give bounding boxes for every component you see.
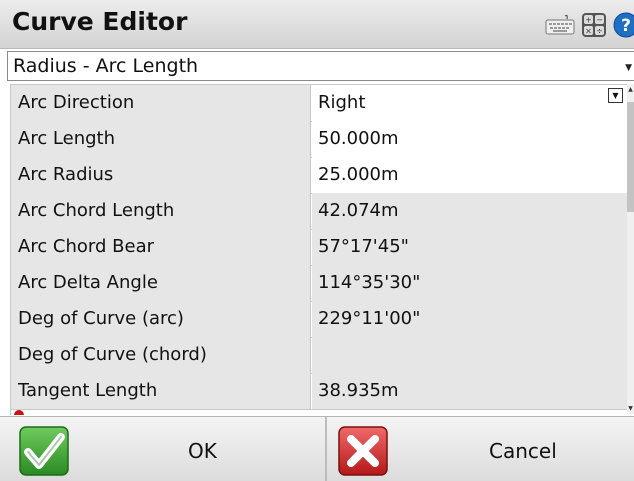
scroll-up-icon[interactable]: ▲ (627, 86, 634, 93)
checkmark-icon (19, 426, 69, 476)
arc-delta-angle-value: 114°35'30" (312, 265, 627, 301)
page-title: Curve Editor (12, 7, 188, 36)
curve-method-value: Radius - Arc Length (13, 55, 199, 77)
svg-text:+: + (585, 16, 592, 25)
arc-radius-field[interactable]: 25.000m (312, 157, 627, 193)
curve-method-select[interactable]: Radius - Arc Length ▼ (7, 51, 634, 81)
svg-text:?: ? (621, 16, 631, 36)
svg-text:×: × (585, 27, 592, 36)
warning-marker-icon (14, 410, 24, 415)
row-arc-radius: Arc Radius 25.000m (11, 157, 627, 194)
row-arc-chord-bear: Arc Chord Bear 57°17'45" (11, 229, 627, 266)
row-arc-direction: Arc Direction Right ▼ (11, 85, 627, 122)
footer-bar: OK Cancel (0, 416, 634, 481)
ok-button-label: OK (188, 439, 217, 463)
row-label: Arc Length (11, 121, 311, 157)
scrollbar-thumb[interactable] (627, 102, 634, 212)
row-label: Arc Chord Bear (11, 229, 311, 265)
row-label: Deg of Curve (arc) (11, 301, 311, 337)
deg-of-curve-chord-value (312, 337, 627, 373)
row-tangent-length: Tangent Length 38.935m (11, 373, 627, 410)
row-arc-chord-length: Arc Chord Length 42.074m (11, 193, 627, 230)
arc-direction-value: Right (318, 92, 366, 113)
row-label: Tangent Length (11, 373, 311, 409)
row-label: Arc Radius (11, 157, 311, 193)
title-bar: Curve Editor + − × ÷ ? (0, 0, 634, 49)
chevron-down-icon[interactable]: ▼ (608, 88, 623, 103)
arc-length-field[interactable]: 50.000m (312, 121, 627, 157)
row-deg-of-curve-chord: Deg of Curve (chord) (11, 337, 627, 374)
arc-chord-bear-value: 57°17'45" (312, 229, 627, 265)
row-label: Deg of Curve (chord) (11, 337, 311, 373)
svg-text:−: − (596, 16, 603, 25)
keyboard-icon[interactable] (545, 14, 575, 36)
scroll-down-icon[interactable]: ▼ (627, 405, 634, 412)
ok-button[interactable]: OK (0, 417, 327, 481)
grid-scrollbar[interactable]: ▲ ▼ (627, 84, 634, 414)
row-arc-length: Arc Length 50.000m (11, 121, 627, 158)
help-icon[interactable]: ? (612, 11, 634, 39)
curve-properties-grid: Arc Direction Right ▼ Arc Length 50.000m… (10, 84, 627, 415)
cancel-button[interactable]: Cancel (327, 417, 634, 481)
chevron-down-icon[interactable]: ▼ (625, 63, 632, 73)
deg-of-curve-arc-value: 229°11'00" (312, 301, 627, 337)
arc-direction-select[interactable]: Right ▼ (312, 85, 627, 121)
row-label: Arc Direction (11, 85, 311, 121)
row-deg-of-curve-arc: Deg of Curve (arc) 229°11'00" (11, 301, 627, 338)
tangent-length-value: 38.935m (312, 373, 627, 409)
calculator-icon[interactable]: + − × ÷ (581, 12, 607, 38)
close-icon (338, 426, 388, 476)
row-arc-delta-angle: Arc Delta Angle 114°35'30" (11, 265, 627, 302)
arc-chord-length-value: 42.074m (312, 193, 627, 229)
svg-text:÷: ÷ (596, 27, 603, 36)
row-label: Arc Delta Angle (11, 265, 311, 301)
row-label: Arc Chord Length (11, 193, 311, 229)
cancel-button-label: Cancel (489, 439, 557, 463)
